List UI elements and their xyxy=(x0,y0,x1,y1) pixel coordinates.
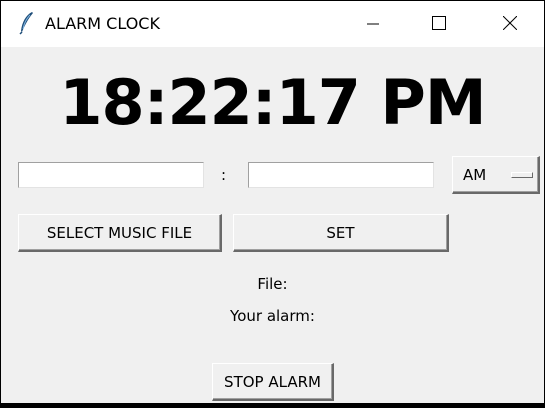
maximize-icon xyxy=(432,15,446,34)
title-bar[interactable]: ALARM CLOCK xyxy=(1,1,544,47)
minimize-button[interactable] xyxy=(350,1,396,47)
file-label: File: xyxy=(257,275,288,293)
window-title: ALARM CLOCK xyxy=(45,14,160,33)
current-time-display: 18:22:17 PM xyxy=(59,66,486,139)
maximize-button[interactable] xyxy=(416,1,462,47)
am-pm-selected-value: AM xyxy=(463,166,487,184)
hour-entry[interactable] xyxy=(18,162,204,188)
am-pm-select[interactable]: AM xyxy=(452,156,540,194)
option-menu-indicator-icon xyxy=(511,172,533,178)
alarm-label: Your alarm: xyxy=(230,307,315,325)
minimize-icon xyxy=(367,15,379,34)
app-window: ALARM CLOCK 18:22:17 PM : AM SELECT MUSI… xyxy=(1,1,544,403)
set-alarm-button[interactable]: SET xyxy=(233,214,449,252)
minute-input[interactable] xyxy=(249,163,433,187)
stop-alarm-button[interactable]: STOP ALARM xyxy=(212,363,334,401)
time-separator: : xyxy=(221,166,227,184)
close-button[interactable] xyxy=(487,1,533,47)
minute-entry[interactable] xyxy=(248,162,434,188)
feather-icon xyxy=(17,11,37,35)
hour-input[interactable] xyxy=(19,163,203,187)
close-icon xyxy=(502,15,518,34)
select-music-file-button[interactable]: SELECT MUSIC FILE xyxy=(18,214,222,252)
